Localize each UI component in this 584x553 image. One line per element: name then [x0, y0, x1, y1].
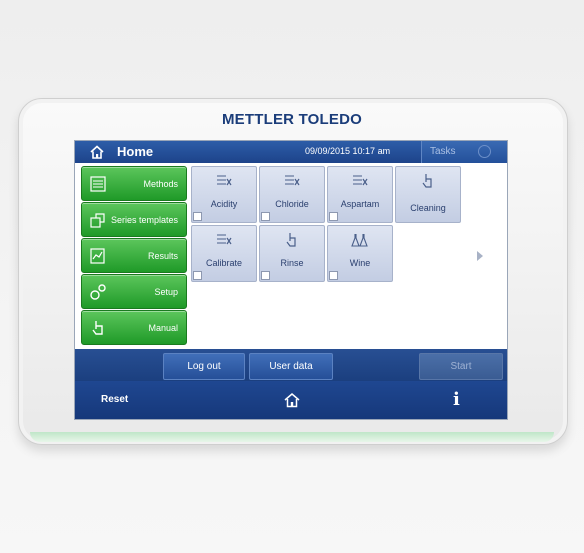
shortcut-corner-icon: [261, 212, 270, 221]
sidebar-item-setup[interactable]: Setup: [81, 274, 187, 309]
tile-aspartam[interactable]: Aspartam: [327, 166, 393, 223]
shortcut-corner-icon: [329, 212, 338, 221]
hand-pointer-icon: [422, 174, 432, 188]
tile-wine[interactable]: Wine: [327, 225, 393, 282]
method-icon: [285, 175, 300, 186]
method-icon: [217, 234, 232, 245]
methods-icon: [90, 176, 106, 192]
flasks-icon: [351, 234, 368, 247]
sidebar-item-methods[interactable]: Methods: [81, 166, 187, 201]
tile-label: Wine: [349, 258, 371, 268]
tile-rinse[interactable]: Rinse: [259, 225, 325, 282]
sidebar-item-label: Manual: [148, 322, 178, 333]
sidebar-item-label: Results: [147, 250, 178, 261]
tile-label: Aspartam: [340, 199, 380, 209]
page-title: Home: [117, 144, 154, 159]
tile-calibrate[interactable]: Calibrate: [191, 225, 257, 282]
tile-acidity[interactable]: Acidity: [191, 166, 257, 223]
terminal-base-glow: [30, 432, 554, 442]
date-time: 09/09/2015 10:17 am: [305, 146, 391, 156]
tasks-tab[interactable]: Tasks: [421, 141, 507, 163]
sidebar-item-label: Setup: [154, 286, 178, 297]
tile-chloride[interactable]: Chloride: [259, 166, 325, 223]
shortcut-corner-icon: [329, 271, 338, 280]
method-icon: [217, 175, 232, 186]
next-page-arrow-icon[interactable]: [477, 251, 483, 261]
results-icon: [90, 248, 105, 264]
touch-screen: Home 09/09/2015 10:17 am Tasks Methods S…: [74, 140, 508, 420]
sidebar-item-manual[interactable]: Manual: [81, 310, 187, 345]
hand-pointer-icon: [92, 321, 103, 335]
info-icon[interactable]: i: [453, 389, 460, 410]
sidebar-item-results[interactable]: Results: [81, 238, 187, 273]
tasks-spinner-icon: [478, 145, 491, 158]
tile-label: Chloride: [275, 199, 309, 209]
shortcut-corner-icon: [261, 271, 270, 280]
home-icon[interactable]: [283, 391, 301, 409]
user-data-button[interactable]: User data: [249, 353, 333, 380]
title-bar: Home 09/09/2015 10:17 am Tasks: [75, 141, 507, 163]
tasks-label: Tasks: [430, 146, 456, 157]
sidebar-item-label: Series templates: [110, 214, 178, 225]
tile-label: Cleaning: [410, 203, 446, 213]
tile-label: Rinse: [280, 258, 304, 268]
tile-label: Calibrate: [205, 258, 243, 268]
setup-icon: [90, 284, 106, 300]
brand-logo: METTLER TOLEDO: [221, 111, 363, 128]
sidebar-item-label: Methods: [143, 178, 178, 189]
shortcut-corner-icon: [193, 212, 202, 221]
start-button[interactable]: Start: [419, 353, 503, 380]
shortcut-corner-icon: [193, 271, 202, 280]
series-templates-icon: [90, 213, 105, 228]
reset-button[interactable]: Reset: [101, 394, 128, 405]
logout-button[interactable]: Log out: [163, 353, 245, 380]
tile-cleaning[interactable]: Cleaning: [395, 166, 461, 223]
action-bar: Log out User data Start: [75, 349, 507, 381]
hand-pointer-icon: [286, 233, 296, 247]
sidebar-item-series-templates[interactable]: Series templates: [81, 202, 187, 237]
home-icon[interactable]: [89, 144, 105, 160]
method-icon: [353, 175, 368, 186]
footer-bar: Reset i: [75, 381, 507, 419]
tile-label: Acidity: [210, 199, 238, 209]
